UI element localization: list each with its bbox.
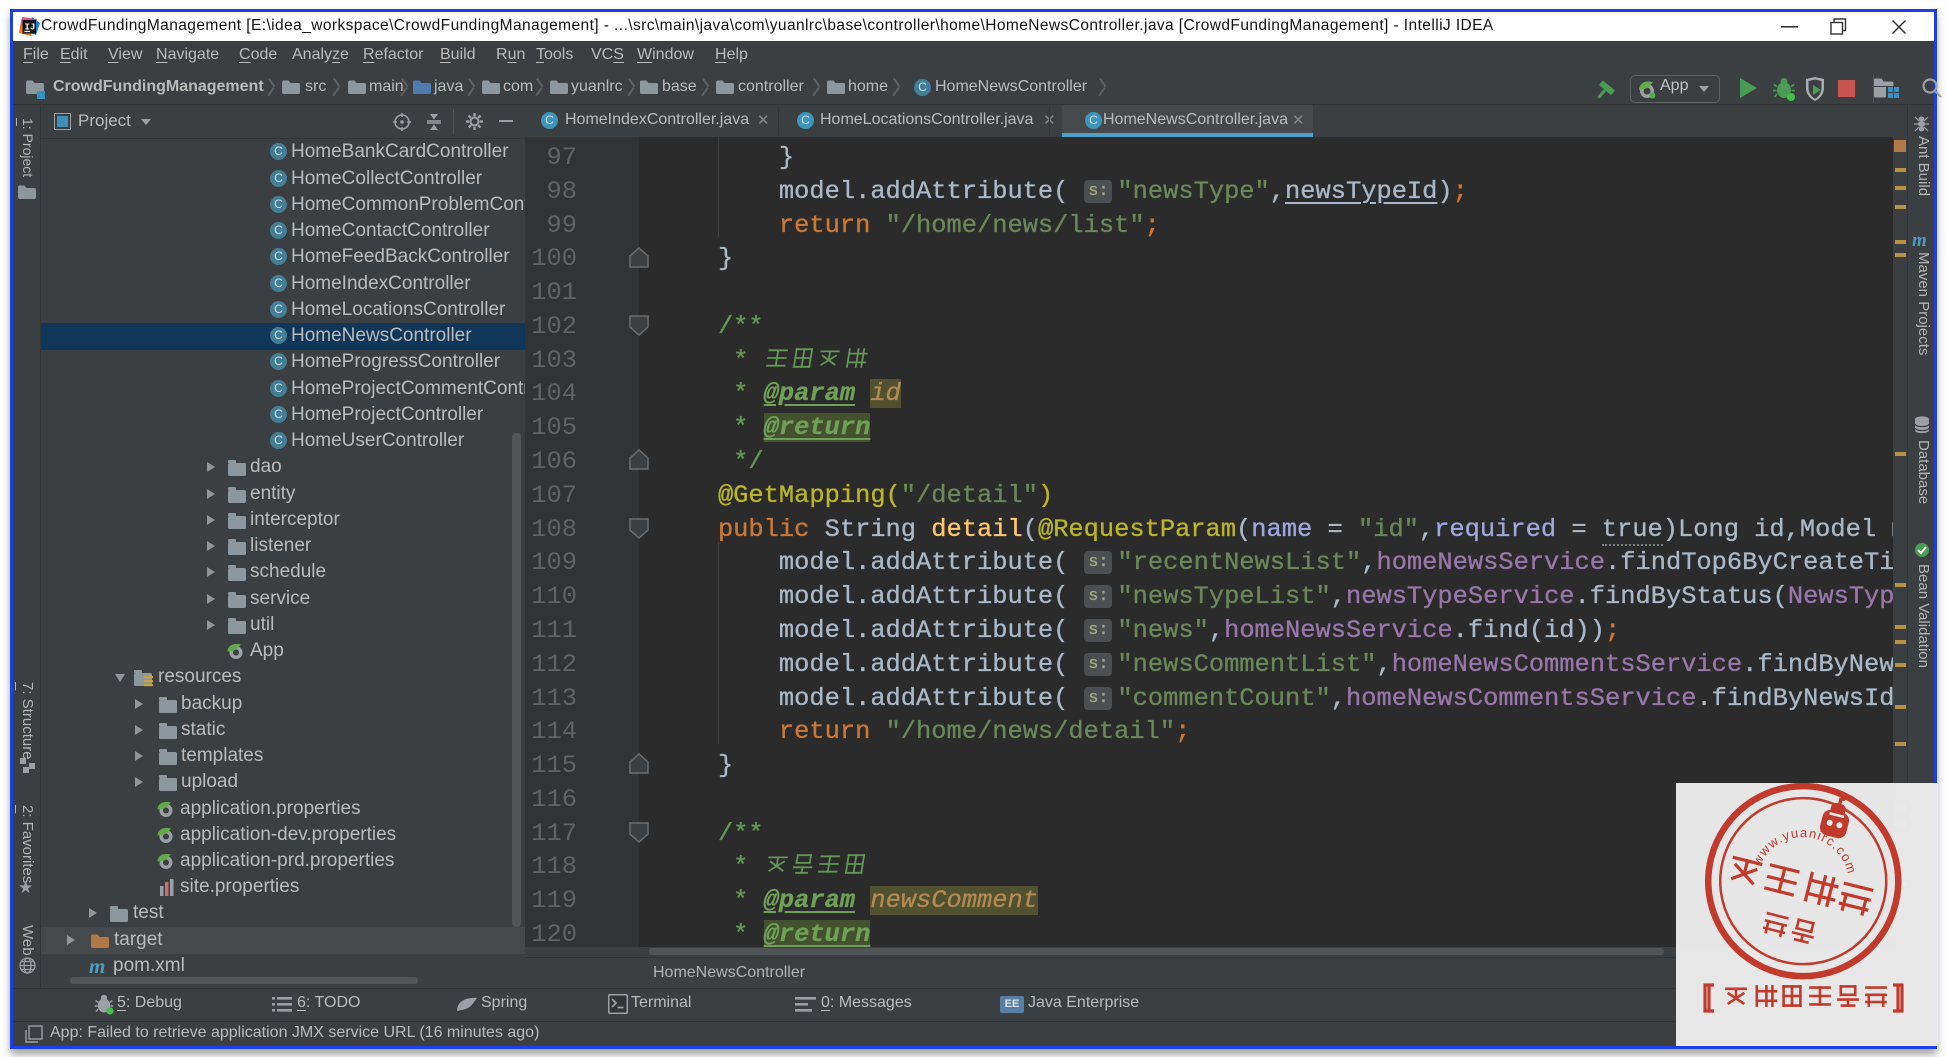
svg-text:www.yuanirc.com: www.yuanirc.com <box>1748 813 1868 892</box>
